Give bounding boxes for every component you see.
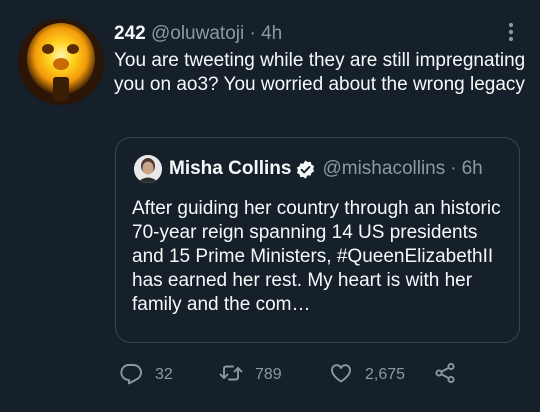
- quoted-author-name[interactable]: Misha Collins: [169, 157, 291, 181]
- quoted-tweet[interactable]: Misha Collins @mishacollins · 6h After g…: [115, 137, 520, 343]
- reply-count: 32: [155, 366, 173, 383]
- retweet-count: 789: [255, 366, 282, 383]
- author-handle[interactable]: @oluwatoji: [151, 23, 244, 44]
- like-button[interactable]: 2,675: [329, 360, 405, 390]
- quoted-text: After guiding her country through an his…: [132, 198, 501, 315]
- tweet-header: 242 @oluwatoji · 4h: [114, 22, 282, 46]
- separator: ·: [249, 23, 256, 44]
- share-icon: [433, 361, 457, 390]
- avatar[interactable]: [18, 19, 104, 105]
- more-icon[interactable]: [497, 18, 525, 46]
- author-name[interactable]: 242: [114, 23, 146, 44]
- timestamp[interactable]: 4h: [261, 23, 282, 44]
- retweet-icon: [219, 361, 243, 390]
- quoted-timestamp[interactable]: 6h: [462, 157, 483, 181]
- action-bar: 32 789 2,675: [115, 360, 515, 390]
- retweet-button[interactable]: 789: [219, 360, 282, 390]
- quoted-author-handle[interactable]: @mishacollins: [322, 157, 445, 181]
- like-count: 2,675: [365, 366, 406, 383]
- quoted-avatar[interactable]: [134, 155, 162, 183]
- like-icon: [329, 361, 353, 390]
- quoted-header: Misha Collins @mishacollins · 6h: [169, 157, 483, 181]
- reply-icon: [119, 361, 143, 390]
- tweet[interactable]: 242 @oluwatoji · 4h You are tweeting whi…: [0, 0, 540, 412]
- verified-badge-icon: [295, 159, 316, 180]
- share-button[interactable]: [433, 360, 457, 390]
- reply-button[interactable]: 32: [119, 360, 173, 390]
- tweet-text: You are tweeting while they are still im…: [114, 50, 526, 95]
- quoted-separator: ·: [450, 158, 457, 179]
